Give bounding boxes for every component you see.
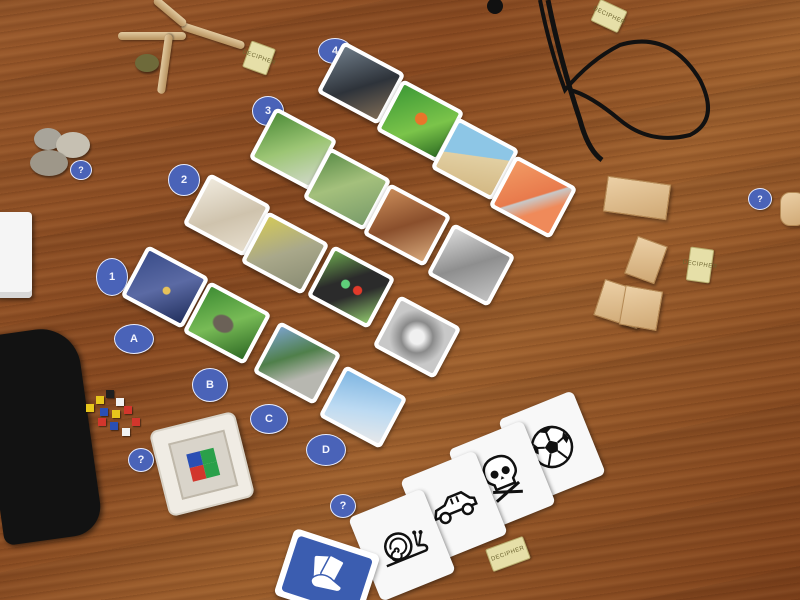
road-photo: [257, 326, 337, 400]
chairs-photo: [367, 188, 447, 262]
cube-piece[interactable]: [86, 404, 94, 412]
wooden-stick[interactable]: [180, 21, 246, 51]
market-photo: [245, 216, 325, 290]
street-bw-photo: [431, 228, 511, 302]
cube-piece[interactable]: [98, 418, 106, 426]
col-token-d[interactable]: D: [306, 434, 346, 466]
cube-piece[interactable]: [100, 408, 108, 416]
photo-card-2d[interactable]: [372, 294, 462, 380]
wooden-peg[interactable]: [780, 192, 800, 226]
photo-card-1c[interactable]: [252, 320, 342, 406]
cube-piece[interactable]: [124, 406, 132, 414]
question-token[interactable]: ?: [70, 160, 92, 180]
hand-cards-icon: [310, 554, 345, 593]
question-token[interactable]: ?: [748, 188, 772, 210]
sky-photo: [323, 370, 403, 444]
tunnel-photo: [377, 300, 457, 374]
decipher-ticket[interactable]: DECIPHER: [242, 40, 276, 76]
cloth-bag[interactable]: [0, 324, 105, 546]
cube-cell: [203, 461, 221, 479]
decipher-ticket[interactable]: DECIPHER: [682, 246, 718, 284]
wooden-arch-block[interactable]: [602, 175, 672, 221]
question-token[interactable]: ?: [330, 494, 356, 518]
cube-piece[interactable]: [132, 418, 140, 426]
col-token-c[interactable]: C: [250, 404, 288, 434]
snail-icon: [384, 530, 429, 568]
cube-puzzle-frame[interactable]: [148, 410, 256, 518]
decipher-ticket[interactable]: DECIPHER: [485, 535, 531, 573]
wooden-stick[interactable]: [156, 33, 174, 95]
col-token-a[interactable]: A: [114, 324, 154, 354]
card-deck[interactable]: [0, 212, 32, 298]
wooden-stick[interactable]: [152, 0, 188, 28]
cube-piece[interactable]: [122, 428, 130, 436]
wooden-block[interactable]: [624, 235, 668, 285]
cube-piece[interactable]: [112, 410, 120, 418]
pebble[interactable]: [30, 150, 68, 176]
traffic-light-photo: [311, 250, 391, 324]
hedgehog-photo: [187, 286, 267, 360]
cube-piece[interactable]: [110, 422, 118, 430]
col-token-b[interactable]: B: [192, 368, 228, 402]
question-token[interactable]: ?: [128, 448, 154, 472]
toys-photo: [493, 160, 573, 234]
wooden-block[interactable]: [618, 285, 664, 331]
row-token-2[interactable]: 2: [168, 164, 200, 196]
cube-piece[interactable]: [116, 398, 124, 406]
cube-piece[interactable]: [106, 390, 114, 398]
wooden-stick[interactable]: [118, 32, 186, 40]
cube-puzzle-grid: [186, 447, 221, 482]
acorn-stone[interactable]: [135, 54, 159, 72]
game-table: DECIPHER DECIPHER DECIPHER DECIPHER 4 3 …: [0, 0, 800, 600]
cube-puzzle-inner: [168, 429, 239, 500]
cube-piece[interactable]: [96, 396, 104, 404]
